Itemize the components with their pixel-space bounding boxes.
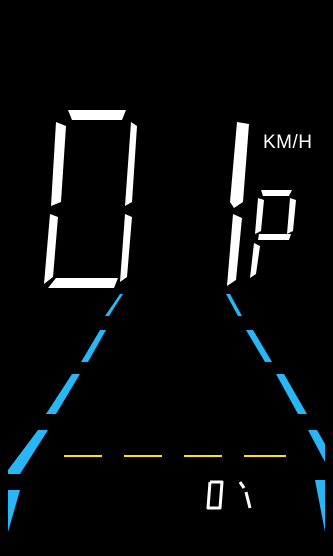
dashboard-screen: KM/H 01 P 01 bbox=[8, 12, 325, 546]
dashboard-graphics bbox=[8, 110, 325, 546]
speed-unit-label: KM/H bbox=[263, 132, 313, 153]
speed-digit-0 bbox=[44, 110, 137, 288]
trip-digits bbox=[206, 480, 252, 510]
gear-p-glyph bbox=[250, 190, 296, 278]
left-lane-line bbox=[8, 294, 123, 546]
right-lane-line bbox=[226, 294, 325, 532]
speed-digit-1 bbox=[227, 122, 249, 286]
